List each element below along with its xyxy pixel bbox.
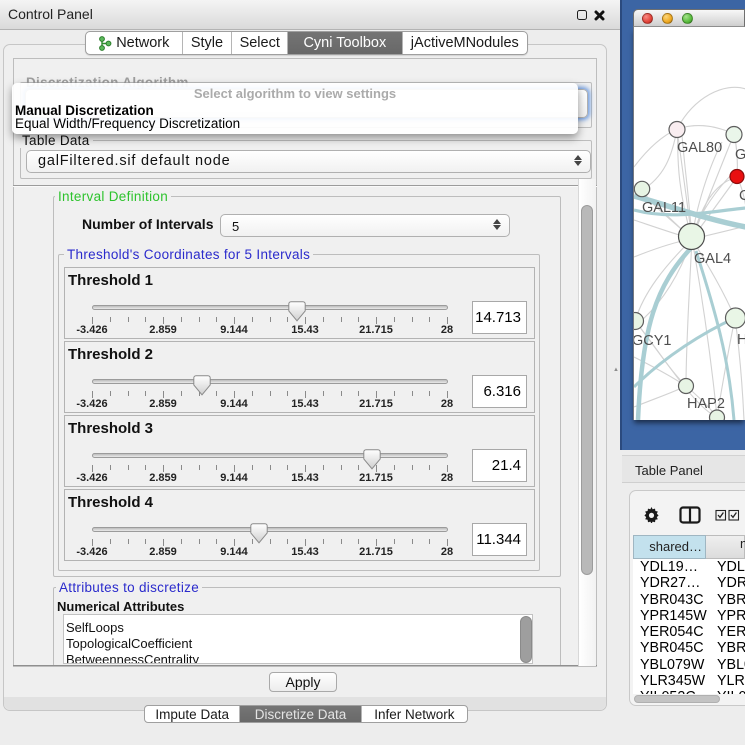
svg-text:GAL11: GAL11 [642, 200, 686, 216]
svg-text:GCY1: GCY1 [634, 333, 672, 349]
svg-text:GAL4: GAL4 [694, 251, 731, 267]
svg-text:C: C [739, 188, 745, 204]
svg-text:HAP2: HAP2 [687, 396, 725, 412]
svg-text:GAL80: GAL80 [677, 140, 722, 156]
svg-text:H: H [737, 332, 745, 348]
svg-text:GA: GA [735, 147, 745, 163]
